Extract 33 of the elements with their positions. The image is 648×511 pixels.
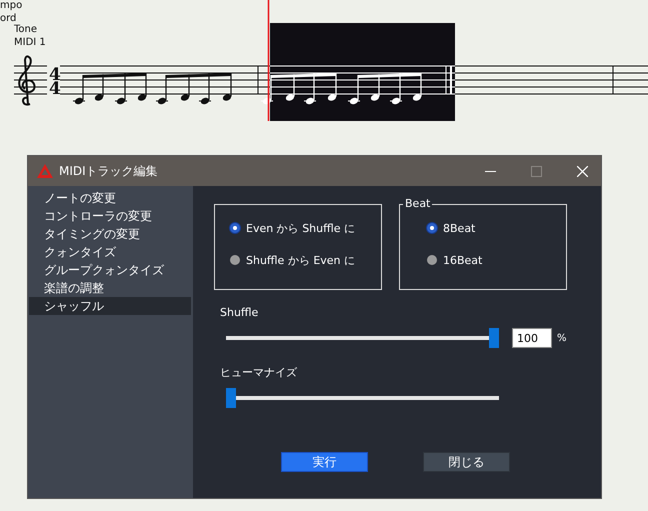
radio-label: 8Beat [443, 222, 476, 234]
score-label: ord [0, 13, 16, 24]
triangle-logo-icon [37, 164, 53, 178]
sidebar-item[interactable]: クォンタイズ [29, 243, 191, 261]
instrument-name: MIDI 1 [14, 37, 46, 49]
radio-label: Shuffle から Even に [246, 252, 356, 268]
slider-thumb[interactable] [489, 328, 499, 348]
dialog-button[interactable]: 実行 [281, 452, 368, 472]
shuffle-input[interactable]: 100 [512, 328, 552, 348]
radio-label: Even から Shuffle に [246, 220, 356, 236]
radio-button[interactable] [230, 223, 240, 233]
dialog-button[interactable]: 閉じる [423, 452, 510, 472]
close-icon[interactable] [577, 166, 588, 176]
sidebar-item[interactable]: シャッフル [29, 297, 191, 315]
sidebar-item[interactable]: ノートの変更 [29, 189, 191, 207]
window-title: MIDIトラック編集 [59, 162, 159, 180]
sidebar-item[interactable]: グループクォンタイズ [29, 261, 191, 279]
humanize-slider[interactable] [226, 388, 499, 408]
humanize-label: ヒューマナイズ [220, 366, 298, 380]
unit-label: % [557, 332, 567, 344]
sidebar-item[interactable]: 楽譜の調整 [29, 279, 191, 297]
treble-clef-icon [18, 55, 36, 106]
shuffle-label: Shuffle [220, 306, 260, 320]
radio-label: 16Beat [443, 254, 482, 266]
radio-button[interactable] [230, 255, 240, 265]
shuffle-slider[interactable] [226, 328, 499, 348]
score-label: mpo [0, 0, 22, 12]
radio-button[interactable] [427, 223, 437, 233]
radio-button[interactable] [427, 255, 437, 265]
track-name: Tone [14, 24, 38, 36]
sidebar-item[interactable]: コントローラの変更 [29, 207, 191, 225]
slider-thumb[interactable] [226, 388, 236, 408]
sidebar-item[interactable]: タイミングの変更 [29, 225, 191, 243]
